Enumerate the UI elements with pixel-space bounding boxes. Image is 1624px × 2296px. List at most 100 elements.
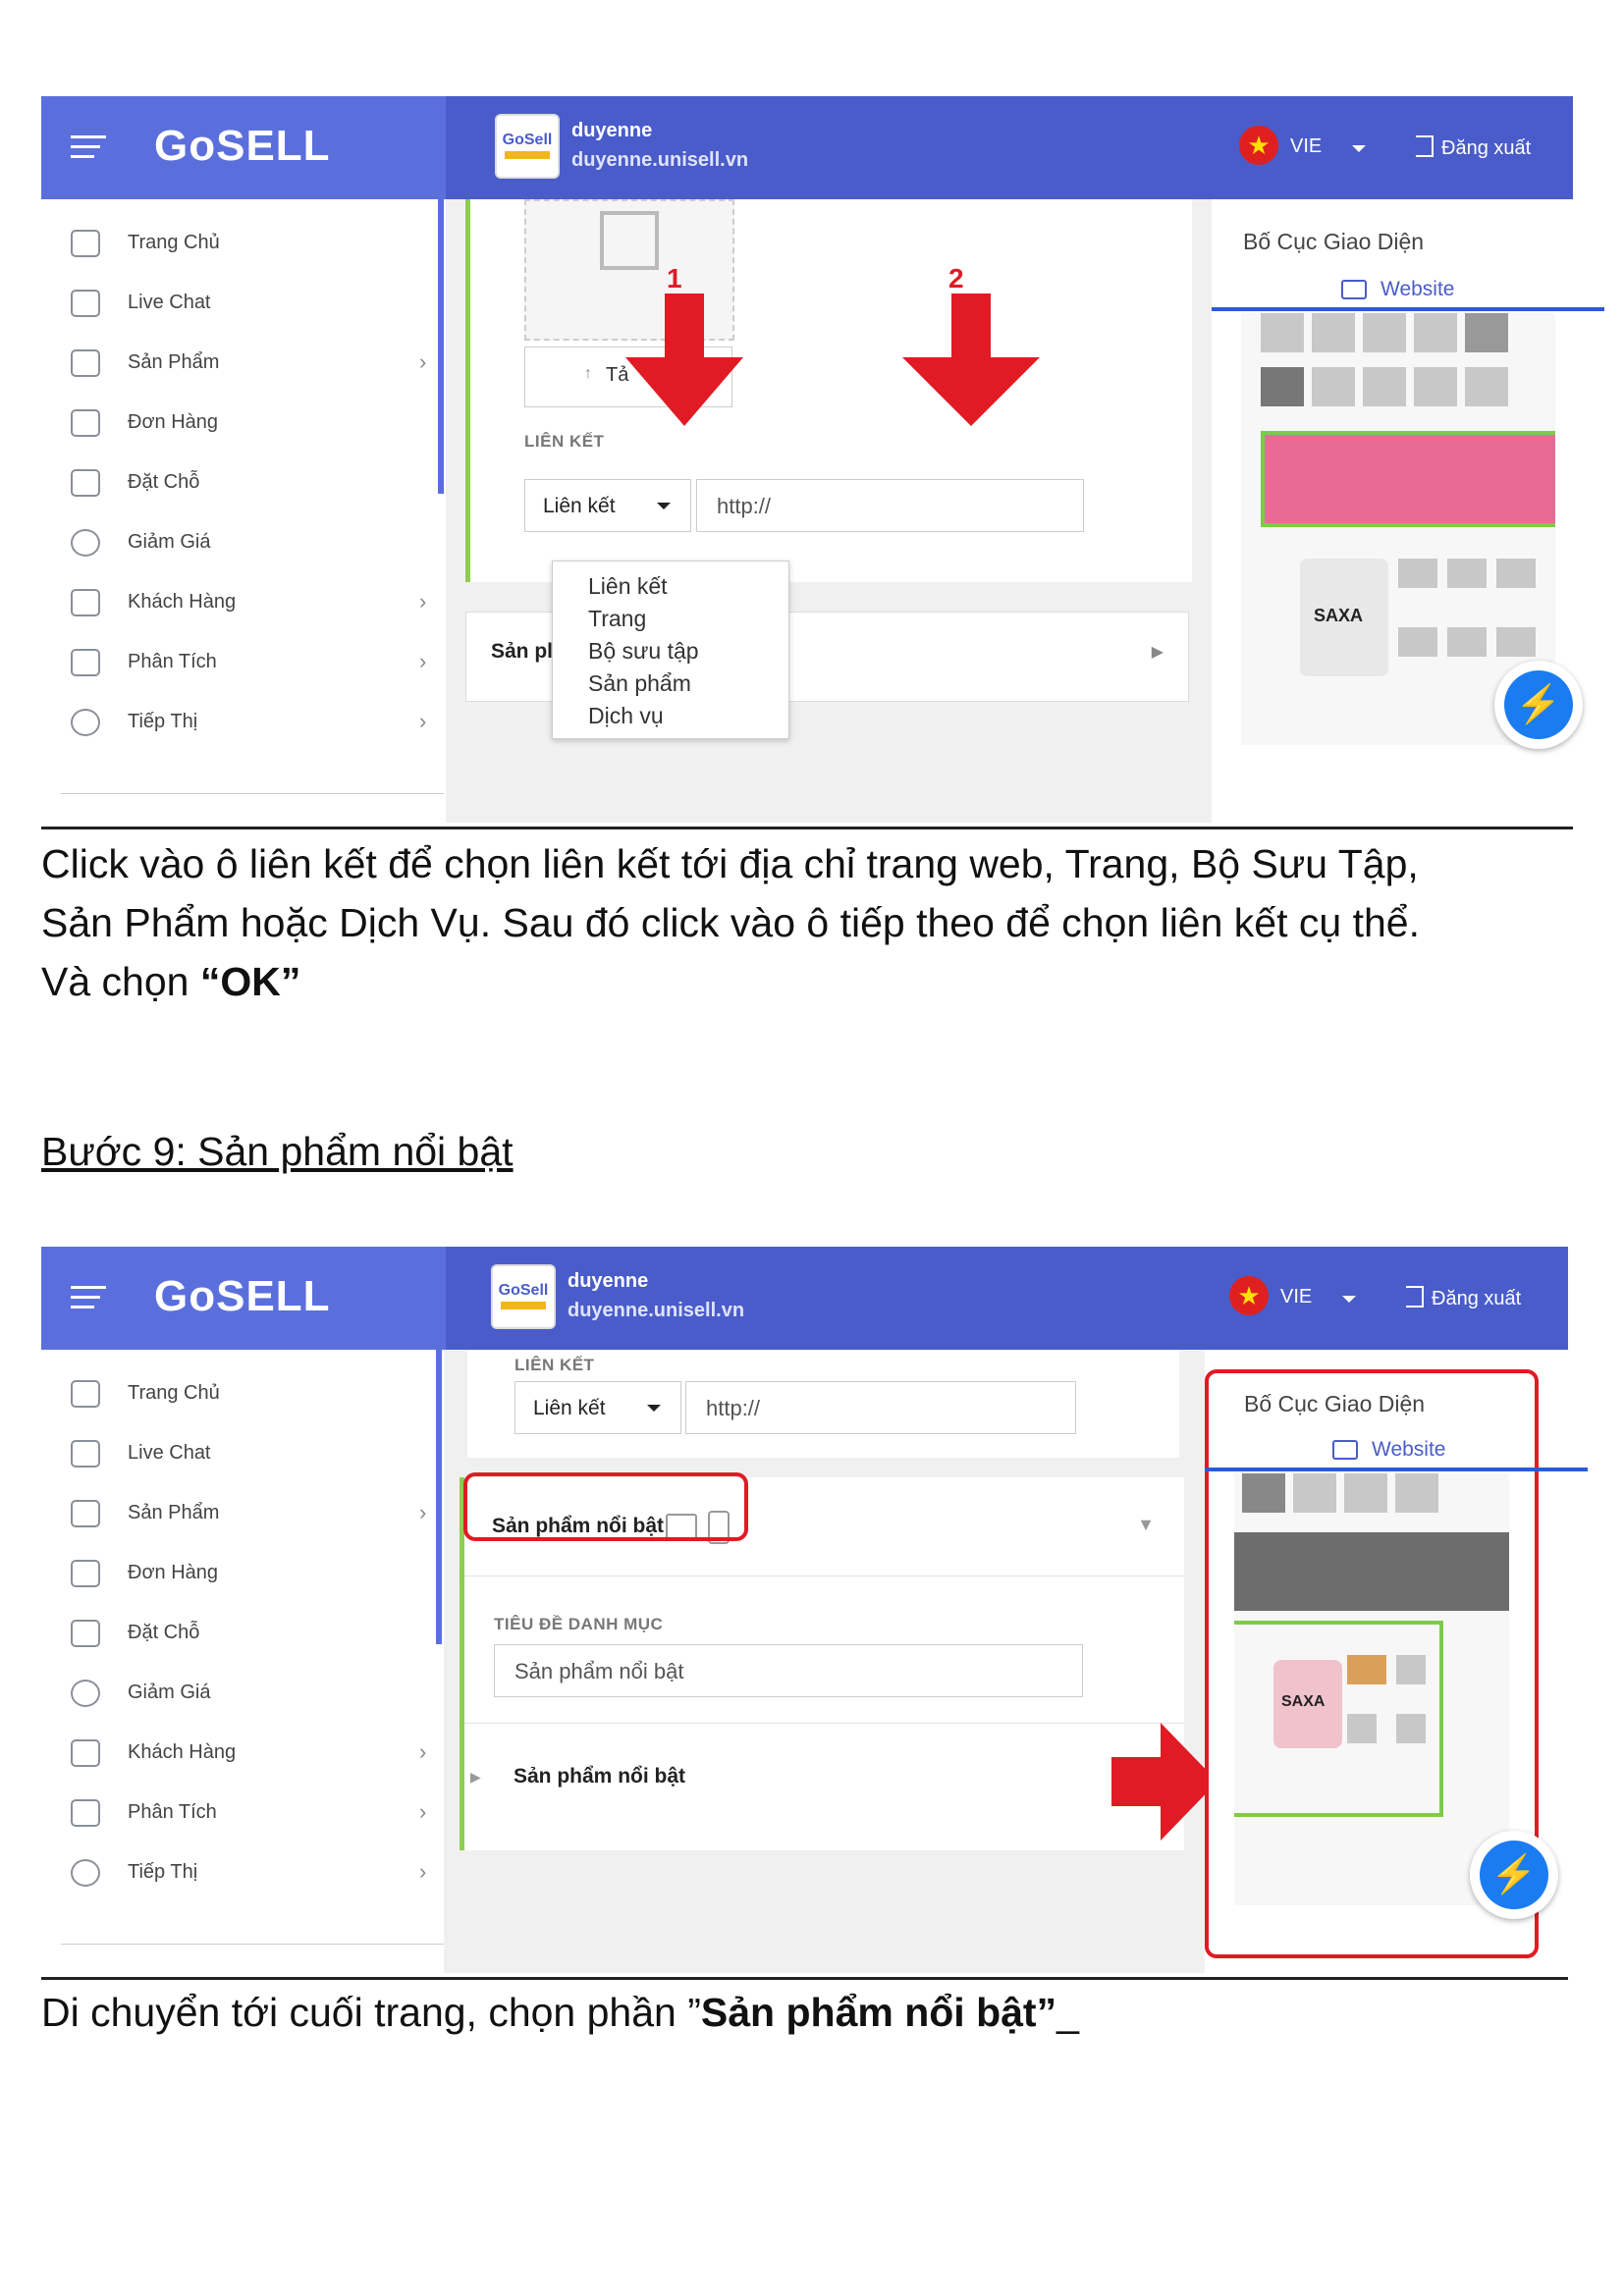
url-input[interactable]: http:// <box>685 1381 1076 1434</box>
scrollbar[interactable] <box>438 199 444 494</box>
red-arrow-down-icon <box>902 294 1040 426</box>
shop-avatar: GoSell <box>495 114 560 179</box>
sidebar-item-phan-tich[interactable]: Phân Tích › <box>71 643 426 682</box>
shop-url: duyenne.unisell.vn <box>571 149 749 171</box>
shop-avatar: GoSell <box>491 1264 556 1329</box>
chevron-right-icon: › <box>419 649 427 673</box>
chevron-down-icon <box>657 503 671 509</box>
logout-button[interactable]: Đăng xuất <box>1406 1286 1521 1310</box>
screenshot-link-dropdown: GoSELL GoSell duyenne duyenne.unisell.vn… <box>41 96 1604 828</box>
language-selector[interactable]: VIE <box>1280 1286 1312 1308</box>
sidebar-item-live-chat[interactable]: Live Chat <box>71 284 414 323</box>
messenger-icon[interactable]: ⚡ <box>1494 661 1583 749</box>
chat-icon <box>71 1440 100 1468</box>
language-selector[interactable]: VIE <box>1290 135 1322 158</box>
browser-icon <box>1341 280 1367 299</box>
sidebar-item-tiep-thi[interactable]: Tiếp Thị › <box>71 1853 426 1893</box>
messenger-icon[interactable]: ⚡ <box>1470 1831 1558 1919</box>
sidebar-item-giam-gia[interactable]: Giảm Giá <box>71 1674 414 1713</box>
sidebar-item-phan-tich[interactable]: Phân Tích › <box>71 1793 426 1833</box>
chevron-down-icon[interactable]: ▼ <box>1137 1515 1155 1535</box>
star-flag-icon[interactable]: ★ <box>1239 126 1278 165</box>
sidebar-item-don-hang[interactable]: Đơn Hàng <box>71 1554 414 1593</box>
sidebar-item-dat-cho[interactable]: Đặt Chỗ <box>71 463 414 503</box>
shop-url: duyenne.unisell.vn <box>568 1300 745 1321</box>
upload-icon: ↑ <box>584 365 592 382</box>
annotation-number: 1 <box>667 263 682 294</box>
panel-title: Bố Cục Giao Diện <box>1244 1391 1426 1416</box>
logout-icon <box>1416 135 1434 157</box>
image-link-card: ↑ Tả LIÊN KẾT Liên kết http:// <box>465 199 1192 582</box>
analytics-icon <box>71 649 100 676</box>
sidebar-item-trang-chu[interactable]: Trang Chủ <box>71 1374 414 1414</box>
star-flag-icon[interactable]: ★ <box>1229 1276 1269 1315</box>
tag-icon <box>71 349 100 377</box>
brand-area: GoSELL <box>41 96 446 199</box>
menu-icon[interactable] <box>71 135 106 159</box>
calendar-icon <box>71 469 100 497</box>
tab-underline <box>1205 1468 1588 1471</box>
sidebar-item-giam-gia[interactable]: Giảm Giá <box>71 523 414 562</box>
tab-underline <box>1212 307 1604 311</box>
link-card: LIÊN KẾT Liên kết http:// <box>467 1350 1179 1458</box>
gosell-logo: GoSELL <box>154 1272 331 1320</box>
calendar-icon <box>71 1620 100 1647</box>
scrollbar[interactable] <box>436 1350 442 1644</box>
expand-icon[interactable]: ▶ <box>1152 642 1164 662</box>
sidebar-item-live-chat[interactable]: Live Chat <box>71 1434 414 1473</box>
category-title-input[interactable]: Sản phẩm nổi bật <box>494 1644 1083 1697</box>
annotation-number: 2 <box>948 263 964 294</box>
sidebar-item-dat-cho[interactable]: Đặt Chỗ <box>71 1614 414 1653</box>
sidebar-item-khach-hang[interactable]: Khách Hàng › <box>71 583 426 622</box>
home-icon <box>71 1380 100 1408</box>
panel-title: Bố Cục Giao Diện <box>1243 229 1425 254</box>
dropdown-option[interactable]: Sản phẩm <box>588 670 691 697</box>
product-image: SAXA <box>1273 1660 1342 1748</box>
chevron-down-icon[interactable] <box>1342 1296 1356 1303</box>
dropdown-option[interactable]: Bộ sưu tập <box>588 638 699 665</box>
divider <box>61 793 444 794</box>
discount-icon <box>71 1680 100 1707</box>
discount-icon <box>71 529 100 557</box>
menu-icon[interactable] <box>71 1286 106 1309</box>
red-arrow-down-icon <box>625 294 743 426</box>
chevron-down-icon[interactable] <box>1352 145 1366 152</box>
image-icon <box>600 211 659 270</box>
sidebar-item-trang-chu[interactable]: Trang Chủ <box>71 224 414 263</box>
dropdown-option[interactable]: Trang <box>588 606 646 632</box>
dropdown-option[interactable]: Dịch vụ <box>588 703 664 729</box>
chevron-right-icon: › <box>419 1739 427 1764</box>
marketing-icon <box>71 1859 100 1887</box>
caption-line: Click vào ô liên kết để chọn liên kết tớ… <box>41 841 1419 886</box>
browser-icon <box>1332 1440 1358 1460</box>
link-type-select[interactable]: Liên kết <box>514 1381 681 1434</box>
tab-website[interactable]: Website <box>1380 278 1454 301</box>
link-type-dropdown[interactable]: Liên kết Trang Bộ sưu tập Sản phẩm Dịch … <box>552 561 789 739</box>
sidebar-item-don-hang[interactable]: Đơn Hàng <box>71 403 414 443</box>
chat-icon <box>71 290 100 317</box>
url-input[interactable]: http:// <box>696 479 1084 532</box>
caption-step8: Click vào ô liên kết để chọn liên kết tớ… <box>41 834 1593 1011</box>
gosell-logo: GoSELL <box>154 122 331 170</box>
product-image: SAXA <box>1300 559 1388 676</box>
sidebar-item-san-pham[interactable]: Sản Phẩm › <box>71 344 426 383</box>
layout-preview-panel: Bố Cục Giao Diện Website SAXA ⚡ <box>1212 199 1604 828</box>
logout-button[interactable]: Đăng xuất <box>1416 135 1531 160</box>
sidebar: Trang Chủ Live Chat Sản Phẩm › Đơn Hàng Đ… <box>41 1350 446 1978</box>
link-type-select[interactable]: Liên kết <box>524 479 691 532</box>
expand-icon[interactable]: ▶ <box>470 1769 481 1786</box>
sidebar-item-san-pham[interactable]: Sản Phẩm › <box>71 1494 426 1533</box>
screenshot-featured-products: GoSELL GoSell duyenne duyenne.unisell.vn… <box>41 1247 1588 1978</box>
chevron-right-icon: › <box>419 1859 427 1884</box>
chevron-right-icon: › <box>419 349 427 374</box>
sidebar-item-khach-hang[interactable]: Khách Hàng › <box>71 1734 426 1773</box>
caption-line: Sản Phẩm hoặc Dịch Vụ. Sau đó click vào … <box>41 900 1420 945</box>
divider <box>61 1944 444 1945</box>
dropdown-option[interactable]: Liên kết <box>588 573 668 600</box>
chevron-right-icon: › <box>419 709 427 733</box>
website-preview[interactable]: SAXA <box>1234 1473 1509 1905</box>
order-icon <box>71 409 100 437</box>
sidebar-item-tiep-thi[interactable]: Tiếp Thị › <box>71 703 426 742</box>
subsection-row[interactable]: ▶ Sản phẩm nổi bật <box>464 1723 1184 1851</box>
tab-website[interactable]: Website <box>1372 1438 1445 1462</box>
